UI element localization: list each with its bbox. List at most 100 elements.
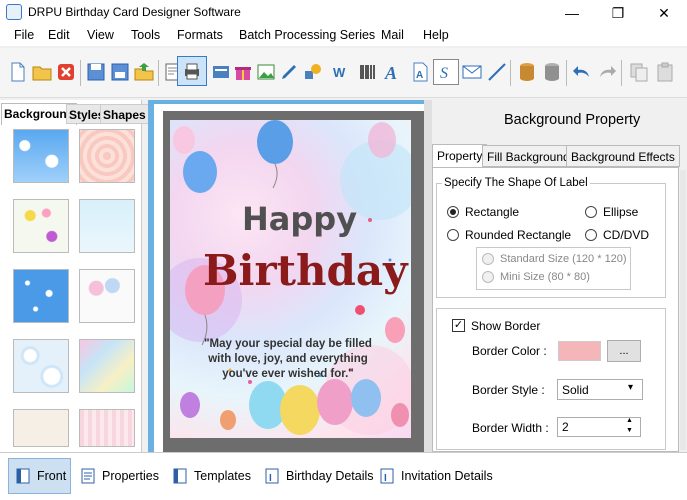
export-icon[interactable] xyxy=(131,59,157,85)
new-file-icon[interactable] xyxy=(5,59,31,85)
watermark-icon[interactable]: W xyxy=(330,59,356,85)
maximize-button[interactable]: ❐ xyxy=(595,0,641,26)
background-thumbnail[interactable] xyxy=(79,199,135,253)
tab-shapes[interactable]: Shapes xyxy=(100,104,149,124)
background-thumbnail[interactable] xyxy=(79,409,135,447)
menu-file[interactable]: File xyxy=(14,28,34,42)
background-thumbnail[interactable] xyxy=(13,339,69,393)
label-border-width: Border Width : xyxy=(472,421,549,435)
close-doc-icon[interactable] xyxy=(53,59,79,85)
background-thumbnail[interactable] xyxy=(79,129,135,183)
barcode-icon[interactable] xyxy=(355,59,381,85)
pen-icon[interactable] xyxy=(276,59,302,85)
invitation-details-icon: I xyxy=(380,468,394,484)
radio-cd-dvd[interactable] xyxy=(585,229,597,241)
background-thumbnail[interactable] xyxy=(13,129,69,183)
stepper-down-icon[interactable]: ▼ xyxy=(626,427,633,434)
tab-templates[interactable]: Templates xyxy=(172,458,251,494)
tab-properties[interactable]: Properties xyxy=(80,458,159,494)
menu-bar: File Edit View Tools Formats Batch Proce… xyxy=(0,26,687,46)
redo-icon[interactable] xyxy=(594,59,620,85)
minimize-button[interactable]: — xyxy=(549,0,595,26)
menu-formats[interactable]: Formats xyxy=(177,28,223,42)
label-show-border: Show Border xyxy=(471,319,541,333)
border-color-picker-button[interactable]: ... xyxy=(607,340,641,362)
toolbar-separator xyxy=(566,60,567,86)
background-thumbnail[interactable] xyxy=(79,269,135,323)
menu-batch-processing[interactable]: Batch Processing Series xyxy=(239,28,375,42)
panel-heading: Background Property xyxy=(504,112,641,128)
save-icon[interactable] xyxy=(83,59,109,85)
shapes-icon[interactable] xyxy=(300,59,326,85)
svg-text:I: I xyxy=(384,473,387,484)
tab-properties-label: Properties xyxy=(102,469,159,483)
border-width-value: 2 xyxy=(562,420,569,434)
tab-birthday-details[interactable]: I Birthday Details xyxy=(264,458,374,494)
show-border-checkbox[interactable]: ✓ xyxy=(452,319,465,332)
save-as-icon[interactable] xyxy=(107,59,133,85)
front-icon xyxy=(16,468,30,484)
tab-invitation-details[interactable]: I Invitation Details xyxy=(379,458,493,494)
toolbar-separator xyxy=(621,60,622,86)
menu-edit[interactable]: Edit xyxy=(48,28,70,42)
background-thumbnail[interactable] xyxy=(79,339,135,393)
text-icon[interactable]: A xyxy=(380,59,406,85)
close-button[interactable]: ✕ xyxy=(641,0,687,26)
app-icon xyxy=(6,4,22,20)
toolbar-separator xyxy=(158,60,159,86)
tab-fill-background[interactable]: Fill Background xyxy=(482,145,575,167)
tab-front-label: Front xyxy=(37,469,67,483)
line-icon[interactable] xyxy=(484,59,510,85)
background-thumbnail[interactable] xyxy=(13,199,69,253)
birthday-card[interactable]: Happy Birthday "May your special day be … xyxy=(170,120,411,438)
toolbar-separator xyxy=(80,60,81,86)
vertical-splitter[interactable] xyxy=(424,100,432,452)
radio-standard-size[interactable] xyxy=(482,253,494,265)
menu-mail[interactable]: Mail xyxy=(381,28,404,42)
svg-text:A: A xyxy=(416,70,423,81)
text-doc-icon[interactable]: A xyxy=(407,59,433,85)
print-icon[interactable] xyxy=(177,56,207,86)
label-rounded-rectangle: Rounded Rectangle xyxy=(465,228,572,242)
tab-templates-label: Templates xyxy=(194,469,251,483)
panel-scrollbar[interactable] xyxy=(680,170,686,450)
tab-front[interactable]: Front xyxy=(8,458,71,494)
database-icon[interactable] xyxy=(514,59,540,85)
properties-icon xyxy=(81,468,95,484)
radio-mini-size[interactable] xyxy=(482,271,494,283)
label-ellipse: Ellipse xyxy=(603,205,639,219)
database-settings-icon[interactable] xyxy=(539,59,565,85)
menu-help[interactable]: Help xyxy=(423,28,449,42)
tab-property[interactable]: Property xyxy=(432,144,488,168)
menu-view[interactable]: View xyxy=(87,28,114,42)
mail-icon[interactable] xyxy=(459,59,485,85)
card-title-happy: Happy xyxy=(242,200,358,238)
tab-background-effects[interactable]: Background Effects xyxy=(566,145,680,167)
shape-group-label: Specify The Shape Of Label xyxy=(442,177,590,189)
label-rectangle: Rectangle xyxy=(465,205,520,219)
background-thumbnail[interactable] xyxy=(13,409,69,447)
undo-icon[interactable] xyxy=(569,59,595,85)
toolbar: W A A S xyxy=(0,48,687,98)
border-color-swatch[interactable] xyxy=(558,341,601,361)
open-folder-icon[interactable] xyxy=(29,59,55,85)
copy-icon[interactable] xyxy=(626,59,652,85)
horizontal-ruler xyxy=(154,100,424,104)
background-thumbnail[interactable] xyxy=(13,269,69,323)
chevron-down-icon: ▾ xyxy=(628,382,634,393)
label-border-color: Border Color : xyxy=(472,344,547,358)
svg-text:I: I xyxy=(269,473,272,484)
svg-text:W: W xyxy=(333,65,346,80)
radio-rectangle[interactable] xyxy=(447,206,459,218)
border-width-stepper[interactable]: 2 ▲ ▼ xyxy=(557,417,641,437)
border-style-value: Solid xyxy=(562,383,589,397)
stepper-up-icon[interactable]: ▲ xyxy=(626,417,633,424)
paste-icon[interactable] xyxy=(652,59,678,85)
label-mini-size: Mini Size (80 * 80) xyxy=(500,271,590,283)
border-style-select[interactable]: Solid ▾ xyxy=(557,379,643,400)
radio-ellipse[interactable] xyxy=(585,206,597,218)
radio-rounded-rectangle[interactable] xyxy=(447,229,459,241)
birthday-details-icon: I xyxy=(265,468,279,484)
menu-tools[interactable]: Tools xyxy=(131,28,160,42)
signature-icon[interactable]: S xyxy=(433,59,459,85)
